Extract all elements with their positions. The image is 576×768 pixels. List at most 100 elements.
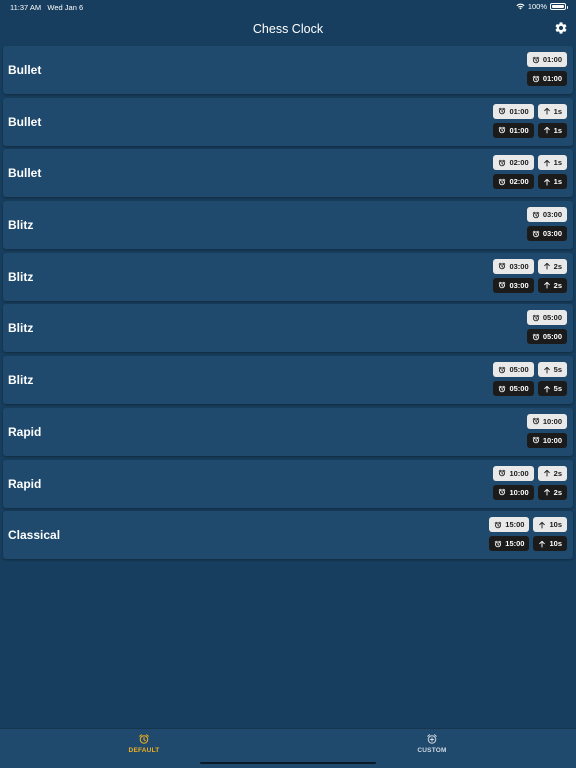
player-two-badges: 03:00 [526, 226, 567, 242]
increment-badge: 10s [533, 517, 567, 533]
preset-row[interactable]: Blitz 05:00 5s 05:00 5s [3, 356, 573, 405]
preset-badges: 03:00 2s 03:00 2s [493, 258, 567, 293]
increment-badge: 2s [537, 277, 567, 293]
increment-value: 2s [553, 487, 562, 497]
alarm-clock-icon [532, 56, 540, 63]
status-clock: 11:37 AM [10, 3, 42, 12]
increment-badge: 5s [537, 362, 567, 378]
increment-value: 2s [553, 468, 562, 478]
preset-row[interactable]: Blitz 03:00 03:00 [3, 201, 573, 250]
time-value: 03:00 [542, 229, 562, 239]
time-value: 10:00 [542, 435, 562, 445]
player-one-badges: 10:00 [526, 413, 567, 429]
alarm-clock-icon [499, 178, 506, 186]
preset-badges: 01:00 1s 01:00 1s [493, 103, 567, 138]
preset-name: Bullet [8, 114, 42, 129]
preset-row[interactable]: Bullet 01:00 1s 01:00 1s [3, 97, 573, 146]
tab-default[interactable]: DEFAULT [104, 733, 184, 754]
page-title: Chess Clock [252, 22, 324, 36]
preset-row[interactable]: Classical 15:00 10s 15:00 10s [3, 511, 573, 560]
time-badge: 10:00 [493, 484, 534, 500]
wifi-icon [516, 3, 525, 10]
status-indicators: 100% [516, 2, 568, 11]
time-badge: 03:00 [493, 258, 534, 274]
alarm-clock-icon [532, 75, 540, 82]
arrow-up-icon [539, 521, 546, 529]
preset-name: Bullet [8, 63, 42, 77]
preset-row[interactable]: Rapid 10:00 10:00 [3, 407, 573, 456]
arrow-up-icon [543, 282, 550, 289]
time-value: 15:00 [505, 520, 525, 530]
arrow-up-icon [543, 178, 550, 186]
preset-row[interactable]: Bullet 01:00 01:00 [3, 46, 573, 94]
time-badge: 15:00 [489, 517, 530, 533]
increment-badge: 2s [537, 258, 567, 274]
time-value: 02:00 [509, 177, 529, 187]
increment-badge: 1s [537, 155, 567, 171]
time-badge: 05:00 [526, 329, 567, 345]
increment-badge: 2s [537, 484, 567, 500]
preset-badges: 02:00 1s 02:00 1s [493, 155, 567, 190]
preset-badges: 05:00 05:00 [526, 310, 567, 345]
increment-badge: 2s [537, 465, 567, 481]
time-badge: 01:00 [526, 71, 567, 86]
time-badge: 03:00 [526, 226, 567, 242]
preset-badges: 10:00 10:00 [526, 413, 567, 448]
increment-badge: 1s [537, 103, 567, 119]
increment-badge: 1s [537, 122, 567, 138]
alarm-clock-icon [532, 333, 540, 341]
player-one-badges: 10:00 2s [493, 465, 567, 481]
player-one-badges: 03:00 2s [493, 258, 567, 274]
player-two-badges: 10:00 [526, 432, 567, 448]
time-badge: 01:00 [526, 52, 567, 67]
arrow-up-icon [543, 108, 550, 115]
nav-bar: Chess Clock [0, 14, 576, 44]
alarm-clock-icon [499, 126, 506, 134]
time-badge: 01:00 [493, 122, 534, 138]
time-value: 10:00 [509, 487, 529, 497]
increment-badge: 1s [537, 174, 567, 190]
player-two-badges: 10:00 2s [493, 484, 567, 500]
player-two-badges: 02:00 1s [493, 174, 567, 190]
preset-row[interactable]: Rapid 10:00 2s 10:00 2s [3, 459, 573, 508]
alarm-clock-icon [532, 211, 540, 218]
increment-value: 1s [553, 158, 562, 168]
preset-row[interactable]: Blitz 03:00 2s 03:00 2s [3, 252, 573, 301]
player-one-badges: 01:00 [526, 52, 567, 67]
preset-list: Bullet 01:00 01:00 Bullet 01:00 1s 01:00 1s Bull… [3, 46, 573, 563]
time-badge: 02:00 [493, 155, 534, 171]
alarm-clock-plus-icon [427, 734, 437, 744]
alarm-clock-icon [532, 230, 540, 237]
tab-custom[interactable]: CUSTOM [392, 733, 472, 754]
player-one-badges: 05:00 5s [493, 362, 567, 378]
player-one-badges: 03:00 [526, 207, 567, 223]
increment-value: 10s [549, 539, 562, 549]
alarm-clock-icon [499, 281, 506, 289]
arrow-up-icon [543, 385, 550, 393]
player-two-badges: 01:00 1s [493, 122, 567, 138]
time-value: 03:00 [509, 280, 529, 290]
increment-value: 5s [553, 384, 562, 394]
preset-badges: 03:00 03:00 [526, 207, 567, 242]
preset-badges: 05:00 5s 05:00 5s [493, 362, 567, 397]
player-one-badges: 15:00 10s [489, 517, 567, 533]
preset-name: Classical [8, 528, 61, 543]
alarm-clock-icon [499, 488, 506, 496]
time-badge: 05:00 [493, 381, 534, 397]
settings-button[interactable] [554, 21, 568, 35]
time-badge: 03:00 [493, 277, 534, 293]
alarm-clock-icon [499, 262, 506, 270]
player-two-badges: 01:00 [526, 71, 567, 86]
alarm-clock-icon [532, 418, 540, 425]
alarm-clock-icon [499, 366, 506, 373]
increment-value: 2s [553, 261, 562, 271]
arrow-up-icon [543, 159, 550, 167]
preset-row[interactable]: Bullet 02:00 1s 02:00 1s [3, 149, 573, 198]
tab-custom-label: CUSTOM [417, 747, 447, 754]
preset-row[interactable]: Blitz 05:00 05:00 [3, 304, 573, 353]
time-value: 05:00 [509, 365, 529, 375]
preset-name: Rapid [8, 476, 42, 491]
time-value: 01:00 [509, 125, 529, 135]
alarm-clock-icon [139, 734, 149, 744]
alarm-clock-icon [532, 314, 540, 322]
